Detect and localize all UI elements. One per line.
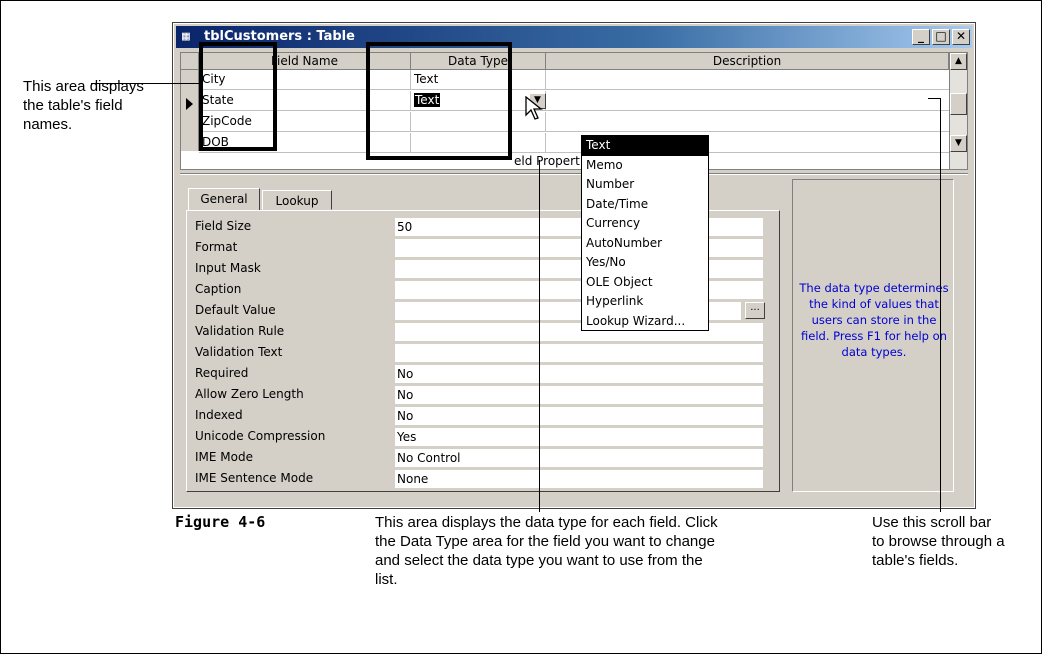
- minimize-button[interactable]: _: [912, 29, 930, 45]
- field-row[interactable]: State Text ▼: [199, 91, 949, 111]
- selector-header: [181, 53, 199, 70]
- dropdown-item[interactable]: Lookup Wizard...: [582, 312, 708, 332]
- property-row[interactable]: Allow Zero Length No: [195, 385, 767, 405]
- property-label: Allow Zero Length: [195, 387, 304, 401]
- property-row[interactable]: IME Mode No Control: [195, 448, 767, 468]
- figure-caption: Figure 4-6: [175, 513, 266, 531]
- field-row[interactable]: City Text: [199, 70, 949, 90]
- data-type-callout-box: [366, 42, 512, 160]
- scrollbar-leader-line: [940, 98, 941, 512]
- property-label: Input Mask: [195, 261, 261, 275]
- dropdown-item[interactable]: AutoNumber: [582, 234, 708, 254]
- property-row[interactable]: Indexed No: [195, 406, 767, 426]
- table-icon: ▦: [182, 29, 190, 44]
- scroll-up-icon[interactable]: ▲: [950, 53, 967, 70]
- scroll-thumb[interactable]: [950, 93, 967, 115]
- close-button[interactable]: ✕: [952, 29, 970, 45]
- property-row[interactable]: IME Sentence Mode None: [195, 469, 767, 489]
- description-cell[interactable]: [546, 112, 949, 132]
- dropdown-item[interactable]: Memo: [582, 156, 708, 176]
- property-value[interactable]: Yes: [395, 428, 763, 447]
- property-label: Required: [195, 366, 249, 380]
- field-names-callout-box: [199, 42, 277, 151]
- property-row[interactable]: Unicode Compression Yes: [195, 427, 767, 447]
- property-value[interactable]: No: [395, 407, 763, 426]
- dropdown-item[interactable]: Yes/No: [582, 253, 708, 273]
- vertical-scrollbar[interactable]: ▲ ▼: [949, 53, 967, 169]
- property-value[interactable]: No: [395, 386, 763, 405]
- dropdown-item[interactable]: OLE Object: [582, 273, 708, 293]
- property-label: Field Size: [195, 219, 252, 233]
- data-type-dropdown[interactable]: Text Memo Number Date/Time Currency Auto…: [581, 135, 709, 331]
- property-value[interactable]: [395, 344, 763, 363]
- dropdown-item[interactable]: Date/Time: [582, 195, 708, 215]
- property-label: IME Mode: [195, 450, 253, 464]
- dropdown-item[interactable]: Hyperlink: [582, 292, 708, 312]
- field-row[interactable]: ZipCode: [199, 112, 949, 132]
- property-label: Unicode Compression: [195, 429, 326, 443]
- dropdown-item[interactable]: Text: [582, 136, 708, 156]
- help-text: The data type determines the kind of val…: [799, 281, 949, 359]
- tab-general[interactable]: General: [188, 188, 260, 210]
- property-label: Format: [195, 240, 238, 254]
- help-panel: The data type determines the kind of val…: [792, 179, 954, 492]
- property-label: Indexed: [195, 408, 243, 422]
- property-value[interactable]: No: [395, 365, 763, 384]
- field-row[interactable]: DOB: [199, 133, 949, 153]
- dropdown-item[interactable]: Currency: [582, 214, 708, 234]
- scrollbar-leader-tick: [928, 98, 940, 99]
- design-grid: Field Name Data Type Description City Te…: [180, 52, 968, 170]
- table-design-window: ▦ tblCustomers : Table _ □ ✕ Field Name …: [172, 22, 976, 509]
- description-cell[interactable]: [546, 70, 949, 90]
- property-label: Default Value: [195, 303, 276, 317]
- maximize-button[interactable]: □: [932, 29, 950, 45]
- property-row[interactable]: Validation Text: [195, 343, 767, 363]
- description-cell[interactable]: [546, 91, 949, 111]
- property-value[interactable]: None: [395, 470, 763, 489]
- scroll-down-icon[interactable]: ▼: [950, 135, 967, 152]
- property-label: IME Sentence Mode: [195, 471, 314, 485]
- property-label: Validation Text: [195, 345, 283, 359]
- property-value[interactable]: No Control: [395, 449, 763, 468]
- current-row-arrow-icon: [186, 98, 193, 110]
- title-bar[interactable]: ▦ tblCustomers : Table _ □ ✕: [176, 26, 972, 48]
- dropdown-item[interactable]: Number: [582, 175, 708, 195]
- divider: [180, 173, 968, 175]
- property-row[interactable]: Required No: [195, 364, 767, 384]
- property-label: Validation Rule: [195, 324, 285, 338]
- expression-builder-button[interactable]: ...: [745, 302, 765, 319]
- mouse-cursor-icon: [525, 96, 543, 120]
- field-names-annotation: This area displays the table's field nam…: [23, 78, 144, 133]
- data-type-leader-line: [539, 160, 540, 512]
- field-names-leader-line: [91, 83, 201, 84]
- property-label: Caption: [195, 282, 242, 296]
- data-type-annotation: This area displays the data type for eac…: [375, 514, 718, 588]
- tab-lookup[interactable]: Lookup: [262, 190, 332, 210]
- scrollbar-annotation: Use this scroll bar to browse through a …: [872, 514, 1005, 569]
- description-header: Description: [546, 53, 949, 70]
